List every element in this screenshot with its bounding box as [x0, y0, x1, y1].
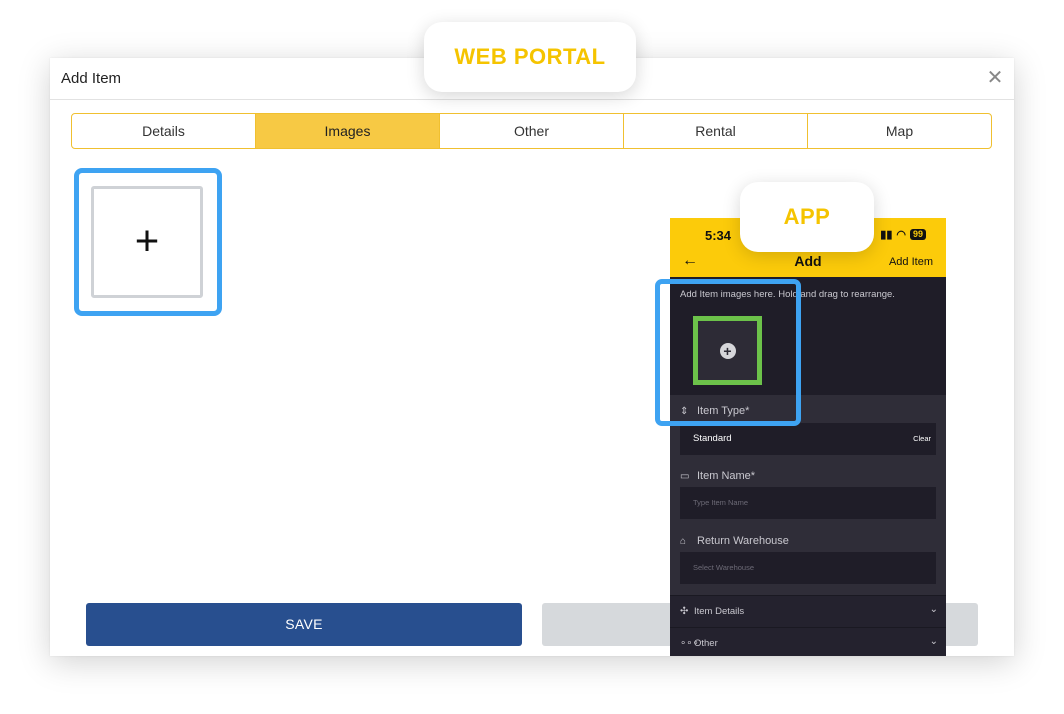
web-upload-highlight: +	[74, 168, 222, 316]
wifi-icon: ◠	[896, 229, 906, 241]
item-type-value: Standard	[693, 433, 732, 444]
return-warehouse-select[interactable]: Select Warehouse	[680, 552, 936, 584]
signal-icon: ▮▮	[880, 229, 893, 241]
item-type-select[interactable]: Standard Clear	[680, 423, 936, 455]
tab-other[interactable]: Other	[440, 114, 624, 148]
add-image-button[interactable]: +	[91, 186, 203, 298]
more-dots-icon: ∘∘∘	[680, 638, 699, 649]
warehouse-placeholder: Select Warehouse	[693, 563, 755, 572]
tab-rental[interactable]: Rental	[624, 114, 808, 148]
item-details-label: ✣ Item Details	[680, 606, 745, 617]
close-icon[interactable]: ✕	[984, 67, 1006, 89]
status-time: 5:34	[705, 228, 732, 243]
add-item-action[interactable]: Add Item	[889, 256, 933, 268]
web-portal-label: WEB PORTAL	[424, 22, 636, 92]
tab-images[interactable]: Images	[256, 114, 440, 148]
clear-button[interactable]: Clear	[913, 434, 931, 443]
status-icons: ▮▮ ◠ 99	[880, 228, 926, 241]
item-name-placeholder: Type Item Name	[693, 498, 749, 507]
modal-title: Add Item	[61, 70, 122, 87]
tab-map[interactable]: Map	[808, 114, 991, 148]
item-name-field[interactable]: Type Item Name	[680, 487, 936, 519]
item-details-row[interactable]: ✣ Item Details ⌄	[670, 595, 946, 627]
save-button[interactable]: SAVE	[86, 603, 522, 646]
other-row[interactable]: ∘∘∘Other ⌄	[670, 627, 946, 656]
plus-icon: +	[134, 216, 160, 264]
tag-icon: ▭	[680, 471, 690, 482]
item-name-label: ▭ Item Name*	[680, 470, 756, 482]
app-upload-highlight	[655, 279, 801, 426]
chevron-down-icon: ⌄	[929, 604, 938, 615]
tab-bar: Details Images Other Rental Map	[71, 113, 992, 149]
app-label: APP	[740, 182, 874, 252]
return-warehouse-label: ⌂ Return Warehouse	[680, 535, 789, 547]
warehouse-icon: ⌂	[680, 536, 687, 547]
chevron-down-icon: ⌄	[929, 636, 938, 647]
stage: Add Item ✕ Details Images Other Rental M…	[0, 0, 1064, 714]
tools-icon: ✣	[680, 606, 689, 617]
tab-details[interactable]: Details	[72, 114, 256, 148]
battery-icon: 99	[909, 229, 926, 240]
other-label: ∘∘∘Other	[680, 638, 718, 649]
